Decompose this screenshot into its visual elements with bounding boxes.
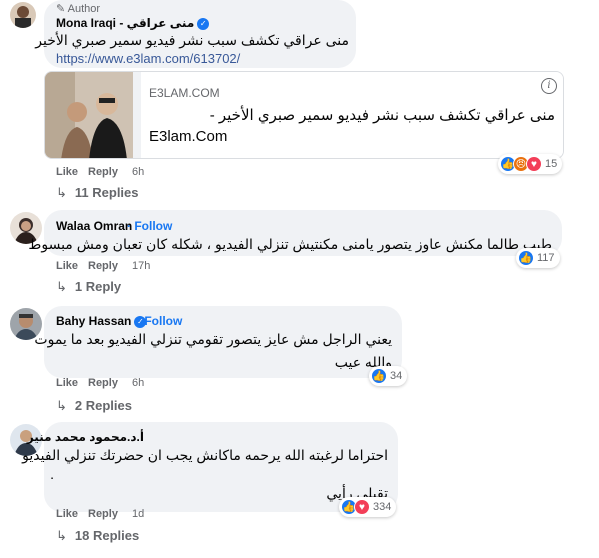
comment-author-name[interactable]: Bahy Hassan ✓ bbox=[56, 314, 149, 328]
comment-text-line: . bbox=[50, 466, 54, 482]
verified-icon: ✓ bbox=[197, 17, 210, 30]
reaction-summary[interactable]: 👍 😠 ♥ 15 bbox=[498, 154, 563, 174]
reply-button[interactable]: Reply bbox=[88, 377, 118, 389]
link-preview-card[interactable]: E3LAM.COM منى عراقي تكشف سبب نشر فيديو س… bbox=[44, 71, 564, 159]
reply-arrow-icon: ↳ bbox=[56, 398, 67, 413]
link-preview-title: منى عراقي تكشف سبب نشر فيديو سمير صبري ا… bbox=[209, 107, 555, 124]
reaction-summary[interactable]: 👍 117 bbox=[516, 248, 560, 268]
comment-actions: Like Reply 6h bbox=[56, 377, 176, 391]
like-icon: 👍 bbox=[518, 250, 534, 266]
avatar[interactable] bbox=[10, 2, 36, 28]
comment-author-name[interactable]: Walaa Omran bbox=[56, 219, 132, 233]
comment-actions: Like Reply 1d bbox=[56, 508, 176, 522]
reaction-count: 15 bbox=[545, 158, 558, 170]
comment-text-line: احتراما لرغبته الله يرحمه ماكانش يجب ان … bbox=[22, 447, 388, 463]
comment-author-name[interactable]: أ.د.محمود محمد منير bbox=[27, 430, 144, 444]
like-button[interactable]: Like bbox=[56, 166, 78, 178]
info-icon[interactable]: i bbox=[541, 78, 557, 94]
view-replies-link[interactable]: ↳ 1 Reply bbox=[56, 279, 121, 295]
comment-actions: Like Reply 17h bbox=[56, 260, 176, 274]
comment-actions: Like Reply 6h bbox=[56, 166, 176, 180]
author-badge: ✎ Author bbox=[56, 3, 101, 15]
reply-arrow-icon: ↳ bbox=[56, 528, 67, 543]
like-icon: 👍 bbox=[371, 368, 387, 384]
link-preview-body[interactable]: E3LAM.COM منى عراقي تكشف سبب نشر فيديو س… bbox=[141, 72, 563, 158]
like-button[interactable]: Like bbox=[56, 377, 78, 389]
reply-button[interactable]: Reply bbox=[88, 166, 118, 178]
comment-text: طيب طالما مكنش عاوز يتصور يامنى مكنتيش ت… bbox=[28, 236, 552, 252]
follow-button[interactable]: · Follow bbox=[127, 219, 172, 233]
like-button[interactable]: Like bbox=[56, 260, 78, 272]
like-button[interactable]: Like bbox=[56, 508, 78, 520]
comment-text-line: يعني الراجل مش عايز يتصور تقومي تنزلي ال… bbox=[34, 331, 392, 347]
love-icon: ♥ bbox=[354, 499, 370, 515]
reaction-summary[interactable]: 👍 34 bbox=[369, 366, 408, 386]
comment-timestamp[interactable]: 17h bbox=[132, 260, 150, 272]
reaction-count: 334 bbox=[373, 501, 392, 513]
comment-author-name[interactable]: Mona Iraqi - منى عراقي ✓ bbox=[56, 16, 212, 30]
view-replies-link[interactable]: ↳ 18 Replies bbox=[56, 528, 139, 544]
view-replies-link[interactable]: ↳ 2 Replies bbox=[56, 398, 132, 414]
reaction-count: 34 bbox=[390, 370, 403, 382]
reaction-summary[interactable]: 👍 ♥ 334 bbox=[339, 497, 397, 517]
follow-button[interactable]: · Follow bbox=[137, 314, 182, 328]
reaction-count: 117 bbox=[537, 252, 555, 264]
reply-button[interactable]: Reply bbox=[88, 508, 118, 520]
comment-text: منى عراقي تكشف سبب نشر فيديو سمير صبري ا… bbox=[35, 32, 349, 48]
reply-arrow-icon: ↳ bbox=[56, 185, 67, 200]
pen-icon: ✎ bbox=[56, 3, 66, 15]
link-preview-domain: E3LAM.COM bbox=[149, 86, 220, 100]
reply-button[interactable]: Reply bbox=[88, 260, 118, 272]
comment-timestamp[interactable]: 6h bbox=[132, 166, 144, 178]
reply-arrow-icon: ↳ bbox=[56, 279, 67, 294]
comment-timestamp[interactable]: 6h bbox=[132, 377, 144, 389]
comment-link[interactable]: https://www.e3lam.com/613702/ bbox=[56, 51, 240, 66]
comment-timestamp[interactable]: 1d bbox=[132, 508, 144, 520]
love-icon: ♥ bbox=[526, 156, 542, 172]
link-preview-site: E3lam.Com bbox=[149, 128, 228, 145]
view-replies-link[interactable]: ↳ 11 Replies bbox=[56, 185, 139, 201]
link-preview-image bbox=[45, 72, 133, 158]
